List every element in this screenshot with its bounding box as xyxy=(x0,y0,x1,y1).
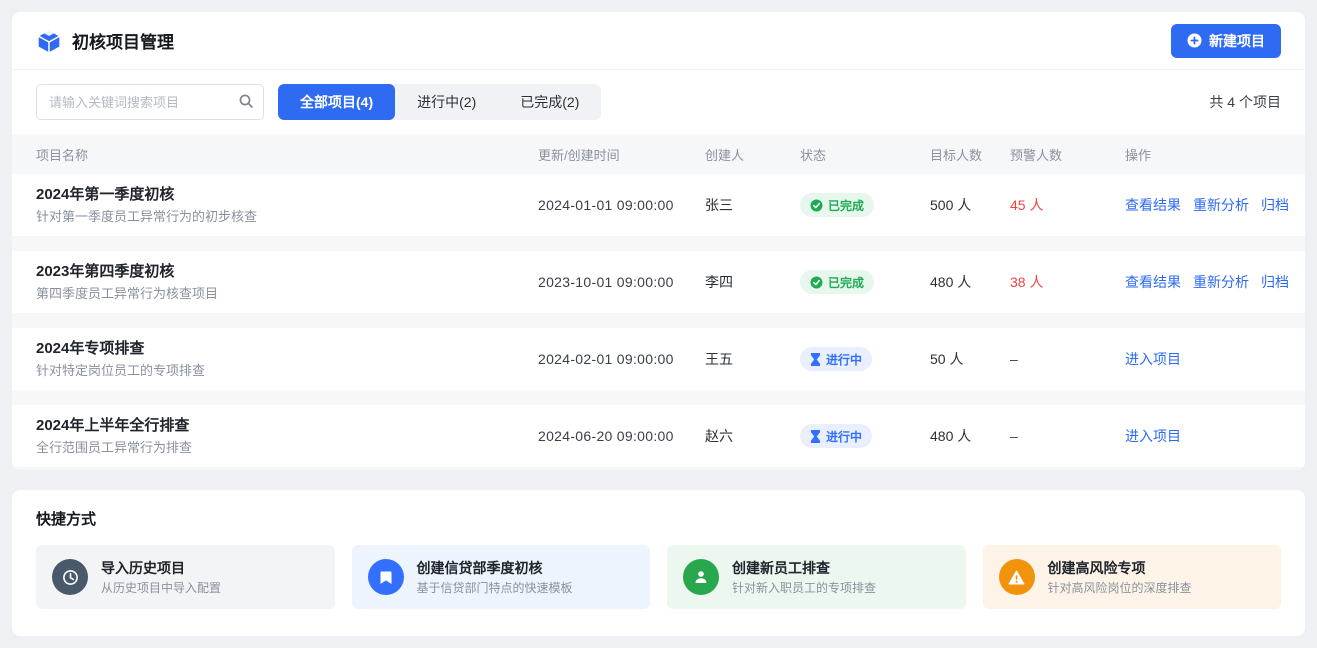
shortcut-credit-dept-review[interactable]: 创建信贷部季度初核 基于信贷部门特点的快速模板 xyxy=(352,545,651,609)
project-desc: 针对特定岗位员工的专项排查 xyxy=(36,361,538,381)
view-results-link[interactable]: 查看结果 xyxy=(1125,272,1181,292)
page-title: 初核项目管理 xyxy=(72,28,174,53)
update-time: 2024-01-01 09:00:00 xyxy=(538,197,705,213)
shortcut-text: 创建信贷部季度初核 基于信贷部门特点的快速模板 xyxy=(417,558,573,597)
project-desc: 全行范围员工异常行为排查 xyxy=(36,438,538,458)
col-creator: 创建人 xyxy=(705,145,800,164)
shortcut-grid: 导入历史项目 从历史项目中导入配置 创建信贷部季度初核 基于信贷部门特点的快速模… xyxy=(36,545,1281,609)
project-name-cell: 2024年第一季度初核 针对第一季度员工异常行为的初步核查 xyxy=(36,184,538,226)
project-management-panel: 初核项目管理 新建项目 全部项目(4) 进行中(2) xyxy=(12,12,1305,470)
update-time: 2024-02-01 09:00:00 xyxy=(538,351,705,367)
search-input[interactable] xyxy=(36,84,264,120)
table-header: 项目名称 更新/创建时间 创建人 状态 目标人数 预警人数 操作 xyxy=(12,134,1305,174)
col-actions: 操作 xyxy=(1125,145,1281,164)
target-count: 500 人 xyxy=(930,195,1010,215)
table-row: 2023年第四季度初核 第四季度员工异常行为核查项目 2023-10-01 09… xyxy=(12,251,1305,313)
creator: 王五 xyxy=(705,349,800,369)
table-row: 2024年专项排查 针对特定岗位员工的专项排查 2024-02-01 09:00… xyxy=(12,328,1305,390)
view-results-link[interactable]: 查看结果 xyxy=(1125,195,1181,215)
actions-cell: 查看结果 重新分析 归档 xyxy=(1125,272,1289,292)
title-wrap: 初核项目管理 xyxy=(36,28,174,54)
status-badge: 已完成 xyxy=(800,193,874,217)
status-cell: 进行中 xyxy=(800,347,930,371)
shortcut-import-history[interactable]: 导入历史项目 从历史项目中导入配置 xyxy=(36,545,335,609)
archive-link[interactable]: 归档 xyxy=(1261,195,1289,215)
check-circle-icon xyxy=(810,276,823,289)
hourglass-icon xyxy=(810,430,821,443)
creator: 赵六 xyxy=(705,426,800,446)
filter-tabs: 全部项目(4) 进行中(2) 已完成(2) xyxy=(278,84,601,120)
reanalyze-link[interactable]: 重新分析 xyxy=(1193,195,1249,215)
creator: 李四 xyxy=(705,272,800,292)
shortcut-new-employee-check[interactable]: 创建新员工排查 针对新入职员工的专项排查 xyxy=(667,545,966,609)
status-badge: 已完成 xyxy=(800,270,874,294)
col-target-count: 目标人数 xyxy=(930,145,1010,164)
enter-project-link[interactable]: 进入项目 xyxy=(1125,426,1181,446)
cube-icon xyxy=(36,28,62,54)
project-title: 2023年第四季度初核 xyxy=(36,261,538,284)
actions-cell: 查看结果 重新分析 归档 xyxy=(1125,195,1289,215)
reanalyze-link[interactable]: 重新分析 xyxy=(1193,272,1249,292)
new-project-label: 新建项目 xyxy=(1209,31,1265,51)
creator: 张三 xyxy=(705,195,800,215)
col-update-time: 更新/创建时间 xyxy=(538,145,705,164)
table-body: 2024年第一季度初核 针对第一季度员工异常行为的初步核查 2024-01-01… xyxy=(12,174,1305,470)
target-count: 50 人 xyxy=(930,349,1010,369)
project-name-cell: 2024年专项排查 针对特定岗位员工的专项排查 xyxy=(36,338,538,380)
project-desc: 第四季度员工异常行为核查项目 xyxy=(36,284,538,304)
enter-project-link[interactable]: 进入项目 xyxy=(1125,349,1181,369)
tab-completed[interactable]: 已完成(2) xyxy=(498,84,601,120)
tab-all-projects[interactable]: 全部项目(4) xyxy=(278,84,395,120)
project-desc: 针对第一季度员工异常行为的初步核查 xyxy=(36,207,538,227)
shortcut-text: 创建高风险专项 针对高风险岗位的深度排查 xyxy=(1048,558,1192,597)
archive-link[interactable]: 归档 xyxy=(1261,272,1289,292)
table-row: 2024年上半年全行排查 全行范围员工异常行为排查 2024-06-20 09:… xyxy=(12,405,1305,467)
actions-cell: 进入项目 xyxy=(1125,426,1281,446)
col-warning-count: 预警人数 xyxy=(1010,145,1125,164)
update-time: 2023-10-01 09:00:00 xyxy=(538,274,705,290)
bookmark-icon xyxy=(368,559,404,595)
warning-count: – xyxy=(1010,428,1125,444)
total-count: 共 4 个项目 xyxy=(1209,92,1281,112)
warning-count: 38 人 xyxy=(1010,272,1125,292)
shortcuts-title: 快捷方式 xyxy=(36,508,1281,529)
new-project-button[interactable]: 新建项目 xyxy=(1171,24,1281,58)
col-status: 状态 xyxy=(800,145,930,164)
clock-icon xyxy=(52,559,88,595)
project-title: 2024年专项排查 xyxy=(36,338,538,361)
shortcut-text: 创建新员工排查 针对新入职员工的专项排查 xyxy=(732,558,876,597)
status-badge: 进行中 xyxy=(800,347,872,371)
warning-count: 45 人 xyxy=(1010,195,1125,215)
warning-count: – xyxy=(1010,351,1125,367)
status-badge: 进行中 xyxy=(800,424,872,448)
actions-cell: 进入项目 xyxy=(1125,349,1281,369)
target-count: 480 人 xyxy=(930,272,1010,292)
table-row: 2024年第一季度初核 针对第一季度员工异常行为的初步核查 2024-01-01… xyxy=(12,174,1305,236)
project-name-cell: 2024年上半年全行排查 全行范围员工异常行为排查 xyxy=(36,415,538,457)
shortcuts-panel: 快捷方式 导入历史项目 从历史项目中导入配置 创建信贷部季度初核 基于信贷部门特… xyxy=(12,490,1305,636)
project-title: 2024年第一季度初核 xyxy=(36,184,538,207)
shortcut-high-risk-special[interactable]: 创建高风险专项 针对高风险岗位的深度排查 xyxy=(983,545,1282,609)
status-cell: 进行中 xyxy=(800,424,930,448)
header-bar: 初核项目管理 新建项目 xyxy=(12,12,1305,70)
plus-circle-icon xyxy=(1187,33,1202,48)
warning-icon xyxy=(999,559,1035,595)
tab-in-progress[interactable]: 进行中(2) xyxy=(395,84,498,120)
search-icon xyxy=(238,93,254,114)
status-cell: 已完成 xyxy=(800,193,930,217)
status-cell: 已完成 xyxy=(800,270,930,294)
update-time: 2024-06-20 09:00:00 xyxy=(538,428,705,444)
col-project-name: 项目名称 xyxy=(36,145,538,164)
shortcut-text: 导入历史项目 从历史项目中导入配置 xyxy=(101,558,221,597)
person-icon xyxy=(683,559,719,595)
check-circle-icon xyxy=(810,199,823,212)
project-name-cell: 2023年第四季度初核 第四季度员工异常行为核查项目 xyxy=(36,261,538,303)
hourglass-icon xyxy=(810,353,821,366)
target-count: 480 人 xyxy=(930,426,1010,446)
toolbar: 全部项目(4) 进行中(2) 已完成(2) 共 4 个项目 xyxy=(12,70,1305,134)
search-box xyxy=(36,84,264,120)
project-title: 2024年上半年全行排查 xyxy=(36,415,538,438)
